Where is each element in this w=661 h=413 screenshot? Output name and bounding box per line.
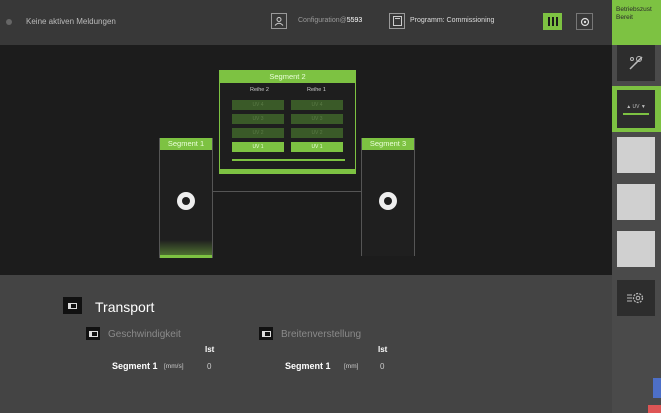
width-unit: [mm] (344, 363, 359, 370)
width-ist-header: Ist (378, 345, 388, 354)
side-tab-red[interactable] (648, 405, 661, 413)
machine-view: Segment 2 Reihe 2 Reihe 1 UV 4 UV 3 UV 2… (0, 45, 612, 275)
width-segment-label: Segment 1 (285, 361, 331, 371)
transport-icon (63, 297, 82, 314)
speed-icon (86, 327, 100, 340)
speed-value: 0 (207, 362, 212, 371)
status-indicator-icon (6, 19, 12, 25)
segment-2[interactable]: Segment 2 Reihe 2 Reihe 1 UV 4 UV 3 UV 2… (219, 70, 356, 174)
user-icon[interactable] (271, 13, 287, 29)
segment-1[interactable]: Segment 1 (159, 138, 213, 258)
segment-2-title: Segment 2 (220, 71, 355, 83)
empty-button-2[interactable] (617, 184, 655, 220)
slot-r2-uv3[interactable]: UV 3 (232, 114, 284, 124)
top-bar: Keine aktiven Meldungen Configuration@55… (0, 0, 612, 45)
speed-ist-header: Ist (205, 345, 215, 354)
tools-button[interactable] (617, 45, 655, 81)
segment-1-wheel-icon (177, 192, 195, 210)
uv-adjust-button[interactable]: ▲ UV ▼ (617, 90, 655, 128)
row-1-label: Reihe 1 (307, 87, 326, 93)
right-sidebar: Betriebszust Bereit ▲ UV ▼ (612, 0, 661, 413)
settings-gear-icon[interactable] (576, 13, 593, 30)
segment-2-rail (232, 159, 345, 161)
program-icon[interactable] (389, 13, 405, 29)
segment-3-title: Segment 3 (362, 138, 414, 150)
side-tab-blue[interactable] (653, 378, 661, 398)
tools-icon (629, 56, 643, 70)
speed-title: Geschwindigkeit (108, 329, 181, 340)
uv-indicator-bar (623, 112, 649, 115)
segment-3[interactable]: Segment 3 (361, 138, 415, 256)
empty-button-1[interactable] (617, 137, 655, 173)
speed-unit: [mm/s] (164, 363, 184, 370)
width-adjust-icon (259, 327, 273, 340)
transport-panel: Transport Geschwindigkeit Ist Segment 1 … (0, 275, 612, 413)
transport-gear-icon (627, 292, 644, 304)
configuration-number: 5593 (346, 17, 363, 24)
transport-settings-button[interactable] (617, 280, 655, 316)
slot-r2-uv4[interactable]: UV 4 (232, 100, 284, 110)
slot-r2-uv1[interactable]: UV 1 (232, 142, 284, 152)
segment-1-title: Segment 1 (160, 138, 212, 150)
speed-segment-label: Segment 1 (112, 361, 158, 371)
grid-view-button[interactable] (543, 13, 562, 30)
slot-r1-uv2[interactable]: UV 2 (291, 128, 343, 138)
operating-state-badge[interactable]: Betriebszust Bereit (612, 0, 661, 45)
slot-r1-uv3[interactable]: UV 3 (291, 114, 343, 124)
conveyor-belt (213, 191, 361, 192)
slot-r1-uv1[interactable]: UV 1 (291, 142, 343, 152)
width-value: 0 (380, 362, 385, 371)
segment-2-base (220, 169, 355, 173)
panel-title: Transport (95, 299, 155, 315)
empty-button-3[interactable] (617, 231, 655, 267)
slot-r2-uv2[interactable]: UV 2 (232, 128, 284, 138)
row-2-label: Reihe 2 (250, 87, 269, 93)
program-info[interactable]: Programm: Commissioning (410, 17, 494, 24)
configuration-info[interactable]: Configuration@5593 (298, 17, 362, 24)
segment-1-base (160, 255, 212, 258)
segment-3-wheel-icon (379, 192, 397, 210)
width-adjust-title: Breitenverstellung (281, 329, 362, 340)
slot-r1-uv4[interactable]: UV 4 (291, 100, 343, 110)
message-status[interactable]: Keine aktiven Meldungen (26, 17, 116, 26)
